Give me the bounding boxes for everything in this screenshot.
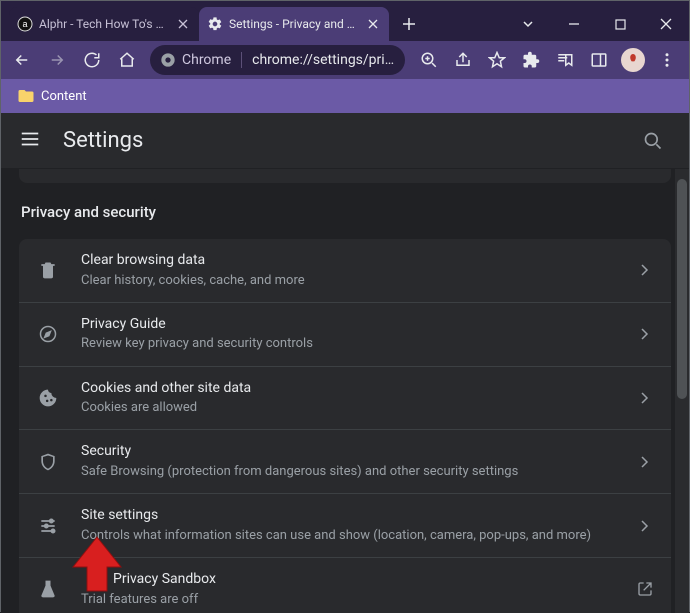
section-title: Privacy and security (21, 203, 669, 221)
launch-icon (637, 581, 653, 597)
bookmark-label: Content (41, 89, 87, 104)
row-title: Site settings (81, 506, 637, 526)
tab-alphr[interactable]: a Alphr - Tech How To's & G (9, 7, 199, 41)
chevron-right-icon (637, 518, 653, 534)
window-titlebar: a Alphr - Tech How To's & G Settings - P… (1, 1, 689, 41)
row-title: Security (81, 442, 637, 462)
search-icon[interactable] (635, 123, 671, 159)
row-title: Privacy Guide (81, 315, 637, 335)
cookie-icon (37, 387, 59, 409)
scrollbar[interactable] (675, 169, 689, 613)
close-icon[interactable] (365, 16, 381, 32)
reload-button[interactable] (77, 44, 108, 76)
close-icon[interactable] (175, 16, 191, 32)
extensions-icon[interactable] (515, 44, 547, 76)
menu-dots-icon[interactable] (651, 44, 683, 76)
chevron-right-icon (637, 262, 653, 278)
row-title: Cookies and other site data (81, 379, 637, 399)
row-subtitle: Controls what information sites can use … (81, 527, 637, 545)
gear-icon (207, 16, 223, 32)
hamburger-menu-icon[interactable] (19, 128, 41, 154)
settings-title: Settings (63, 128, 143, 153)
row-title: Privacy Sandbox (81, 570, 637, 590)
reading-list-icon[interactable] (549, 44, 581, 76)
row-privacy-guide[interactable]: Privacy Guide Review key privacy and sec… (19, 303, 671, 367)
settings-header: Settings (1, 113, 689, 169)
row-clear-browsing-data[interactable]: Clear browsing data Clear history, cooki… (19, 239, 671, 303)
home-button[interactable] (111, 44, 142, 76)
close-window-button[interactable] (643, 7, 689, 41)
address-bar[interactable]: Chrome chrome://settings/pri... (150, 45, 405, 75)
share-icon[interactable] (447, 44, 479, 76)
flask-icon (37, 578, 59, 600)
tab-title: Settings - Privacy and sec (229, 17, 359, 31)
zoom-icon[interactable] (413, 44, 445, 76)
scrollbar-thumb[interactable] (677, 179, 687, 399)
row-privacy-sandbox[interactable]: Privacy Sandbox Trial features are off (19, 558, 671, 613)
tab-settings[interactable]: Settings - Privacy and sec (199, 7, 389, 41)
new-tab-button[interactable] (395, 10, 423, 38)
omnibox-url: chrome://settings/pri... (252, 52, 395, 68)
settings-content: Privacy and security Clear browsing data… (1, 169, 689, 613)
svg-text:a: a (22, 19, 27, 29)
back-button[interactable] (7, 44, 38, 76)
row-subtitle: Clear history, cookies, cache, and more (81, 272, 637, 290)
previous-card-edge (19, 169, 671, 183)
row-subtitle: Cookies are allowed (81, 399, 637, 417)
bookmarks-bar: Content (1, 79, 689, 113)
bookmark-star-icon[interactable] (481, 44, 513, 76)
chevron-down-icon[interactable] (505, 7, 551, 41)
shield-icon (37, 451, 59, 473)
bookmark-folder-content[interactable]: Content (11, 83, 93, 109)
chrome-origin-chip: Chrome (160, 52, 231, 68)
row-subtitle: Safe Browsing (protection from dangerous… (81, 463, 637, 481)
row-site-settings[interactable]: Site settings Controls what information … (19, 494, 671, 558)
compass-icon (37, 323, 59, 345)
omnibox-prefix: Chrome (182, 52, 231, 68)
chevron-right-icon (637, 454, 653, 470)
chevron-right-icon (637, 390, 653, 406)
privacy-card: Clear browsing data Clear history, cooki… (19, 239, 671, 613)
forward-button[interactable] (42, 44, 73, 76)
row-subtitle: Trial features are off (81, 591, 637, 609)
browser-toolbar: Chrome chrome://settings/pri... (1, 41, 689, 79)
trash-icon (37, 259, 59, 281)
tab-title: Alphr - Tech How To's & G (39, 17, 169, 31)
side-panel-icon[interactable] (583, 44, 615, 76)
row-cookies[interactable]: Cookies and other site data Cookies are … (19, 367, 671, 431)
chevron-right-icon (637, 326, 653, 342)
alphr-favicon: a (17, 16, 33, 32)
row-security[interactable]: Security Safe Browsing (protection from … (19, 430, 671, 494)
divider (241, 52, 242, 68)
profile-avatar[interactable] (617, 44, 649, 76)
maximize-button[interactable] (597, 7, 643, 41)
sliders-icon (37, 515, 59, 537)
row-subtitle: Review key privacy and security controls (81, 335, 637, 353)
minimize-button[interactable] (551, 7, 597, 41)
row-title: Clear browsing data (81, 251, 637, 271)
